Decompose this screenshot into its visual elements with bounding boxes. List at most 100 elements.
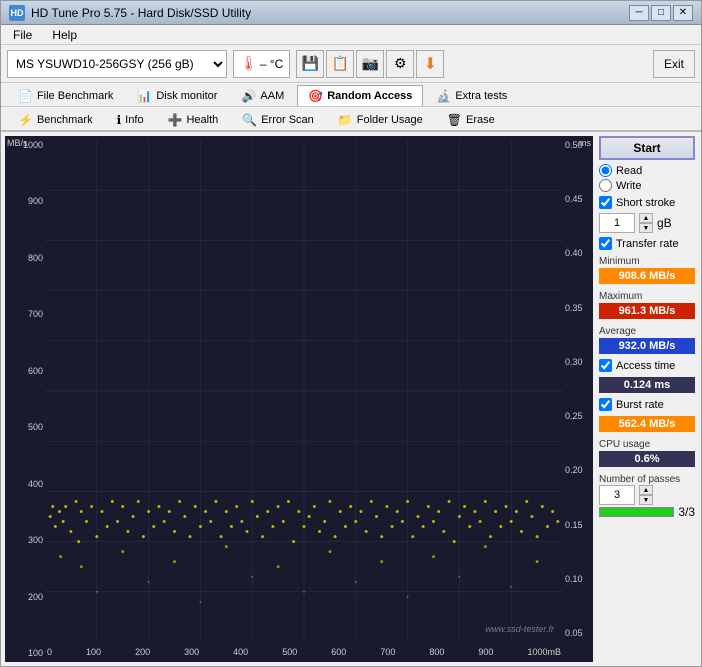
burst-rate-label: Burst rate <box>616 399 664 411</box>
short-stroke-checkbox[interactable] <box>599 196 612 209</box>
passes-input[interactable] <box>599 485 635 505</box>
menu-file[interactable]: File <box>5 26 40 44</box>
copy-icon-btn[interactable]: 📋 <box>326 50 354 78</box>
tab-random-access-label: Random Access <box>327 90 412 102</box>
passes-spin-up[interactable]: ▲ <box>639 485 653 495</box>
menu-help[interactable]: Help <box>44 26 85 44</box>
exit-button[interactable]: Exit <box>653 50 695 78</box>
tab-disk-monitor[interactable]: 📊 Disk monitor <box>126 85 228 106</box>
tab-folder-usage[interactable]: 📁 Folder Usage <box>327 109 434 130</box>
access-time-value: 0.124 ms <box>599 377 695 393</box>
y-label-400: 400 <box>7 479 43 489</box>
tab-folder-usage-label: Folder Usage <box>357 114 423 126</box>
file-benchmark-icon: 📄 <box>18 89 33 103</box>
read-radio[interactable] <box>599 164 612 177</box>
write-radio-item[interactable]: Write <box>599 179 695 192</box>
screenshot-icon-btn[interactable]: 📷 <box>356 50 384 78</box>
passes-spin-row: ▲ ▼ <box>599 485 695 505</box>
download-icon-btn[interactable]: ⬇ <box>416 50 444 78</box>
tab-file-benchmark-label: File Benchmark <box>37 90 113 102</box>
window-title: HD Tune Pro 5.75 - Hard Disk/SSD Utility <box>31 6 251 20</box>
settings-icon-btn[interactable]: ⚙ <box>386 50 414 78</box>
transfer-rate-checkbox-item[interactable]: Transfer rate <box>599 237 695 250</box>
passes-section: Number of passes ▲ ▼ 3/3 <box>599 472 695 519</box>
tab-error-scan-label: Error Scan <box>261 114 314 126</box>
short-stroke-checkbox-item[interactable]: Short stroke <box>599 196 695 209</box>
app-icon: HD <box>9 5 25 21</box>
tab-disk-monitor-label: Disk monitor <box>156 90 217 102</box>
y-axis-right: 0.50 0.45 0.40 0.35 0.30 0.25 0.20 0.15 … <box>563 136 593 642</box>
tab-benchmark[interactable]: ⚡ Benchmark <box>7 109 104 130</box>
tab-extra-tests-label: Extra tests <box>455 90 507 102</box>
tabs-row-2: ⚡ Benchmark ℹ Info ➕ Health 🔍 Error Scan… <box>1 107 701 132</box>
tab-health-label: Health <box>186 114 218 126</box>
y-right-035: 0.35 <box>565 303 591 313</box>
random-access-icon: 🎯 <box>308 89 323 103</box>
passes-label: Number of passes <box>599 474 695 485</box>
chart-area: MB/s ms 1000 900 800 700 600 500 400 300… <box>5 136 593 662</box>
title-bar-left: HD HD Tune Pro 5.75 - Hard Disk/SSD Util… <box>9 5 251 21</box>
chart-inner: www.ssd-tester.fr <box>45 140 563 642</box>
burst-rate-checkbox[interactable] <box>599 398 612 411</box>
minimum-section: Minimum 908.6 MB/s <box>599 254 695 285</box>
tab-extra-tests[interactable]: 🔬 Extra tests <box>425 85 518 106</box>
x-label-300: 300 <box>184 647 199 657</box>
access-time-checkbox-item[interactable]: Access time <box>599 359 695 372</box>
short-stroke-input[interactable] <box>599 213 635 233</box>
y-right-050: 0.50 <box>565 140 591 150</box>
cpu-usage-label: CPU usage <box>599 439 695 450</box>
passes-progress-bar-outer <box>599 507 674 517</box>
short-stroke-spin-row: ▲ ▼ gB <box>599 213 695 233</box>
burst-rate-value: 562.4 MB/s <box>599 416 695 432</box>
aam-icon: 🔊 <box>241 89 256 103</box>
y-axis-left: 1000 900 800 700 600 500 400 300 200 100 <box>5 136 45 662</box>
burst-rate-checkbox-item[interactable]: Burst rate <box>599 398 695 411</box>
transfer-rate-checkbox[interactable] <box>599 237 612 250</box>
tab-error-scan[interactable]: 🔍 Error Scan <box>231 109 325 130</box>
passes-display: 3/3 <box>678 505 695 519</box>
erase-icon: 🗑 <box>447 113 462 127</box>
tab-erase-label: Erase <box>466 114 495 126</box>
minimize-button[interactable]: ─ <box>629 5 649 21</box>
x-label-800: 800 <box>429 647 444 657</box>
health-icon: ➕ <box>168 113 183 127</box>
y-right-040: 0.40 <box>565 248 591 258</box>
start-button[interactable]: Start <box>599 136 695 160</box>
tab-random-access[interactable]: 🎯 Random Access <box>297 85 423 106</box>
x-axis: 0 100 200 300 400 500 600 700 800 900 10… <box>45 642 563 662</box>
passes-spin-down[interactable]: ▼ <box>639 495 653 505</box>
tab-info[interactable]: ℹ Info <box>106 109 155 130</box>
chart-svg: www.ssd-tester.fr <box>45 140 563 642</box>
tab-erase[interactable]: 🗑 Erase <box>436 109 506 130</box>
tab-file-benchmark[interactable]: 📄 File Benchmark <box>7 85 124 106</box>
disk-monitor-icon: 📊 <box>137 89 152 103</box>
thermometer-icon: 🌡 <box>240 55 258 72</box>
y-label-300: 300 <box>7 535 43 545</box>
minimum-value: 908.6 MB/s <box>599 268 695 284</box>
spin-up-button[interactable]: ▲ <box>639 213 653 223</box>
access-time-checkbox[interactable] <box>599 359 612 372</box>
toolbar-icons: 💾 📋 📷 ⚙ ⬇ <box>296 50 444 78</box>
short-stroke-spinners: ▲ ▼ <box>639 213 653 233</box>
benchmark-icon: ⚡ <box>18 113 33 127</box>
tab-health[interactable]: ➕ Health <box>157 109 230 130</box>
y-right-030: 0.30 <box>565 357 591 367</box>
y-right-045: 0.45 <box>565 194 591 204</box>
maximize-button[interactable]: □ <box>651 5 671 21</box>
tab-benchmark-label: Benchmark <box>37 114 93 126</box>
tab-aam[interactable]: 🔊 AAM <box>230 85 295 106</box>
close-button[interactable]: ✕ <box>673 5 693 21</box>
tabs-row-1: 📄 File Benchmark 📊 Disk monitor 🔊 AAM 🎯 … <box>1 83 701 107</box>
y-right-025: 0.25 <box>565 411 591 421</box>
drive-select[interactable]: MS YSUWD10-256GSY (256 gB) <box>7 50 227 78</box>
average-label: Average <box>599 326 695 337</box>
write-radio[interactable] <box>599 179 612 192</box>
x-label-100: 100 <box>86 647 101 657</box>
y-label-1000: 1000 <box>7 140 43 150</box>
app-window: HD HD Tune Pro 5.75 - Hard Disk/SSD Util… <box>0 0 702 667</box>
read-radio-item[interactable]: Read <box>599 164 695 177</box>
temperature-display: 🌡 – °C <box>233 50 290 78</box>
save-icon-btn[interactable]: 💾 <box>296 50 324 78</box>
short-stroke-label: Short stroke <box>616 197 675 209</box>
spin-down-button[interactable]: ▼ <box>639 223 653 233</box>
